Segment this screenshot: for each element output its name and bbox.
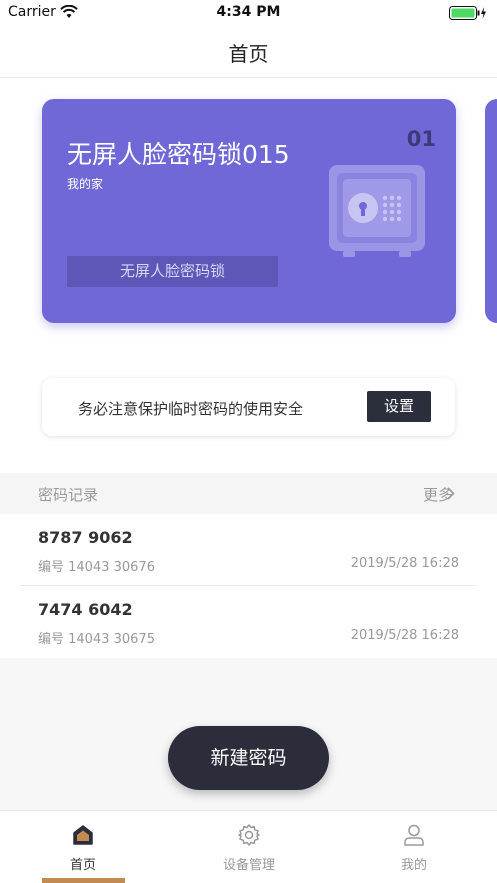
tab-device-management-label: 设备管理 [222, 858, 275, 873]
record-time: 2019/5/28 16:28 [350, 556, 459, 571]
user-icon [404, 824, 424, 846]
active-tab-indicator [42, 878, 125, 883]
device-card[interactable]: 无屏人脸密码锁015 我的家 01 无屏人脸密码锁 [42, 99, 456, 323]
security-notice: 务必注意保护临时密码的使用安全 设置 [42, 378, 455, 436]
settings-button[interactable]: 设置 [367, 391, 431, 422]
notice-section: 务必注意保护临时密码的使用安全 设置 [0, 358, 497, 473]
status-bar: Carrier 4:34 PM [0, 0, 497, 26]
page-title: 首页 [228, 42, 269, 66]
tab-bar: 首页 设备管理 我的 [0, 810, 497, 883]
device-name: 无屏人脸密码锁015 [67, 140, 290, 169]
device-number: 01 [406, 127, 436, 151]
home-icon [73, 825, 93, 845]
record-code: 7474 6042 [38, 600, 133, 619]
records-header: 密码记录 更多 [0, 473, 497, 514]
device-location: 我的家 [67, 177, 104, 191]
record-code: 8787 9062 [38, 528, 133, 547]
record-id: 编号 14043 30675 [38, 632, 155, 647]
record-id: 编号 14043 30676 [38, 560, 155, 575]
next-device-card[interactable] [485, 99, 497, 323]
record-item[interactable]: 8787 9062 编号 14043 30676 2019/5/28 16:28 [0, 514, 497, 586]
tab-home[interactable]: 首页 [0, 811, 166, 883]
gear-icon [238, 824, 260, 846]
tab-home-label: 首页 [69, 858, 96, 873]
record-item[interactable]: 7474 6042 编号 14043 30675 2019/5/28 16:28 [0, 586, 497, 658]
tab-profile[interactable]: 我的 [331, 811, 497, 883]
new-password-button[interactable]: 新建密码 [168, 726, 329, 790]
device-carousel[interactable]: 无屏人脸密码锁015 我的家 01 无屏人脸密码锁 [0, 78, 497, 358]
device-type-button[interactable]: 无屏人脸密码锁 [67, 256, 278, 287]
chevron-right-icon[interactable] [447, 487, 455, 500]
records-title: 密码记录 [38, 486, 99, 504]
navigation-bar: 首页 [0, 26, 497, 78]
status-time: 4:34 PM [216, 4, 281, 20]
safe-icon [329, 165, 425, 257]
record-time: 2019/5/28 16:28 [350, 628, 459, 643]
battery-icon [449, 6, 486, 20]
notice-text: 务必注意保护临时密码的使用安全 [78, 400, 304, 418]
tab-profile-label: 我的 [400, 858, 427, 873]
tab-device-management[interactable]: 设备管理 [166, 811, 332, 883]
